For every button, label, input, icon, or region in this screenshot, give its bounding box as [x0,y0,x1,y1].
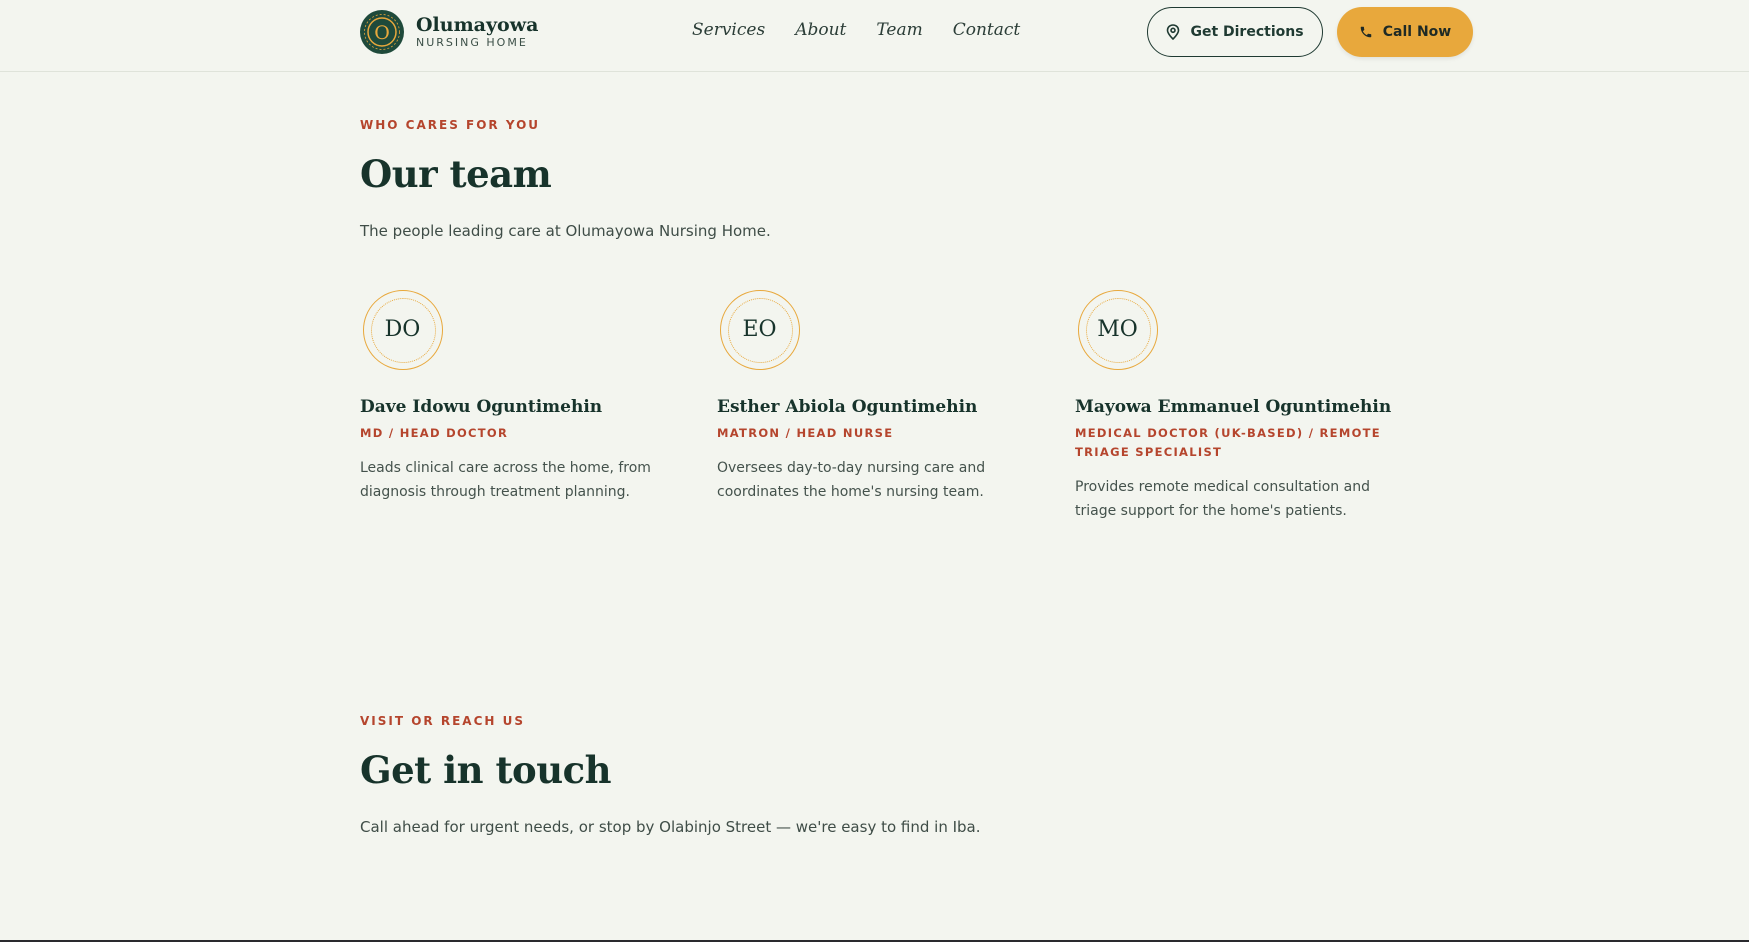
contact-lead: Call ahead for urgent needs, or stop by … [360,818,981,836]
nav-team[interactable]: Team [876,20,922,40]
member-bio: Oversees day-to-day nursing care and coo… [717,460,986,500]
brand-name: Olumayowa [416,14,539,36]
avatar: EO [720,290,800,370]
member-name: Mayowa Emmanuel Oguntimehin [1075,397,1392,417]
brand-subtitle: NURSING HOME [416,36,528,49]
contact-eyebrow: VISIT OR REACH US [360,714,525,728]
member-name: Esther Abiola Oguntimehin [717,397,978,417]
nav-contact[interactable]: Contact [953,20,1021,40]
map-pin-icon [1167,24,1180,40]
get-directions-button[interactable]: Get Directions [1147,7,1323,57]
team-eyebrow: WHO CARES FOR YOU [360,118,541,132]
member-role: MEDICAL DOCTOR (UK-BASED) / REMOTE TRIAG… [1075,426,1381,459]
team-member-card: DO Dave Idowu Oguntimehin MD / HEAD DOCT… [360,290,690,504]
contact-title: Get in touch [360,748,612,792]
avatar: MO [1078,290,1158,370]
member-name: Dave Idowu Oguntimehin [360,397,603,417]
phone-icon [1360,26,1372,38]
main-nav: Services About Team Contact [692,20,1020,40]
avatar-initials: MO [1097,317,1138,342]
team-member-card: EO Esther Abiola Oguntimehin MATRON / HE… [717,290,1047,504]
avatar: DO [363,290,443,370]
member-bio: Provides remote medical consultation and… [1075,479,1370,519]
avatar-initials: DO [384,317,421,342]
team-title: Our team [360,152,552,196]
logo-icon: O [360,10,404,54]
member-role: MATRON / HEAD NURSE [717,426,894,440]
get-directions-label: Get Directions [1190,24,1304,40]
avatar-initials: EO [742,317,777,342]
site-header: O Olumayowa NURSING HOME Services About … [0,0,1749,72]
member-bio: Leads clinical care across the home, fro… [360,460,651,500]
member-role: MD / HEAD DOCTOR [360,426,509,440]
nav-services[interactable]: Services [692,20,765,40]
team-member-card: MO Mayowa Emmanuel Oguntimehin MEDICAL D… [1075,290,1405,523]
brand[interactable]: O Olumayowa NURSING HOME [360,10,538,54]
logo-letter: O [374,22,390,44]
call-now-button[interactable]: Call Now [1337,7,1473,57]
team-lead: The people leading care at Olumayowa Nur… [360,222,771,240]
nav-about[interactable]: About [795,20,846,40]
call-now-label: Call Now [1382,24,1452,40]
